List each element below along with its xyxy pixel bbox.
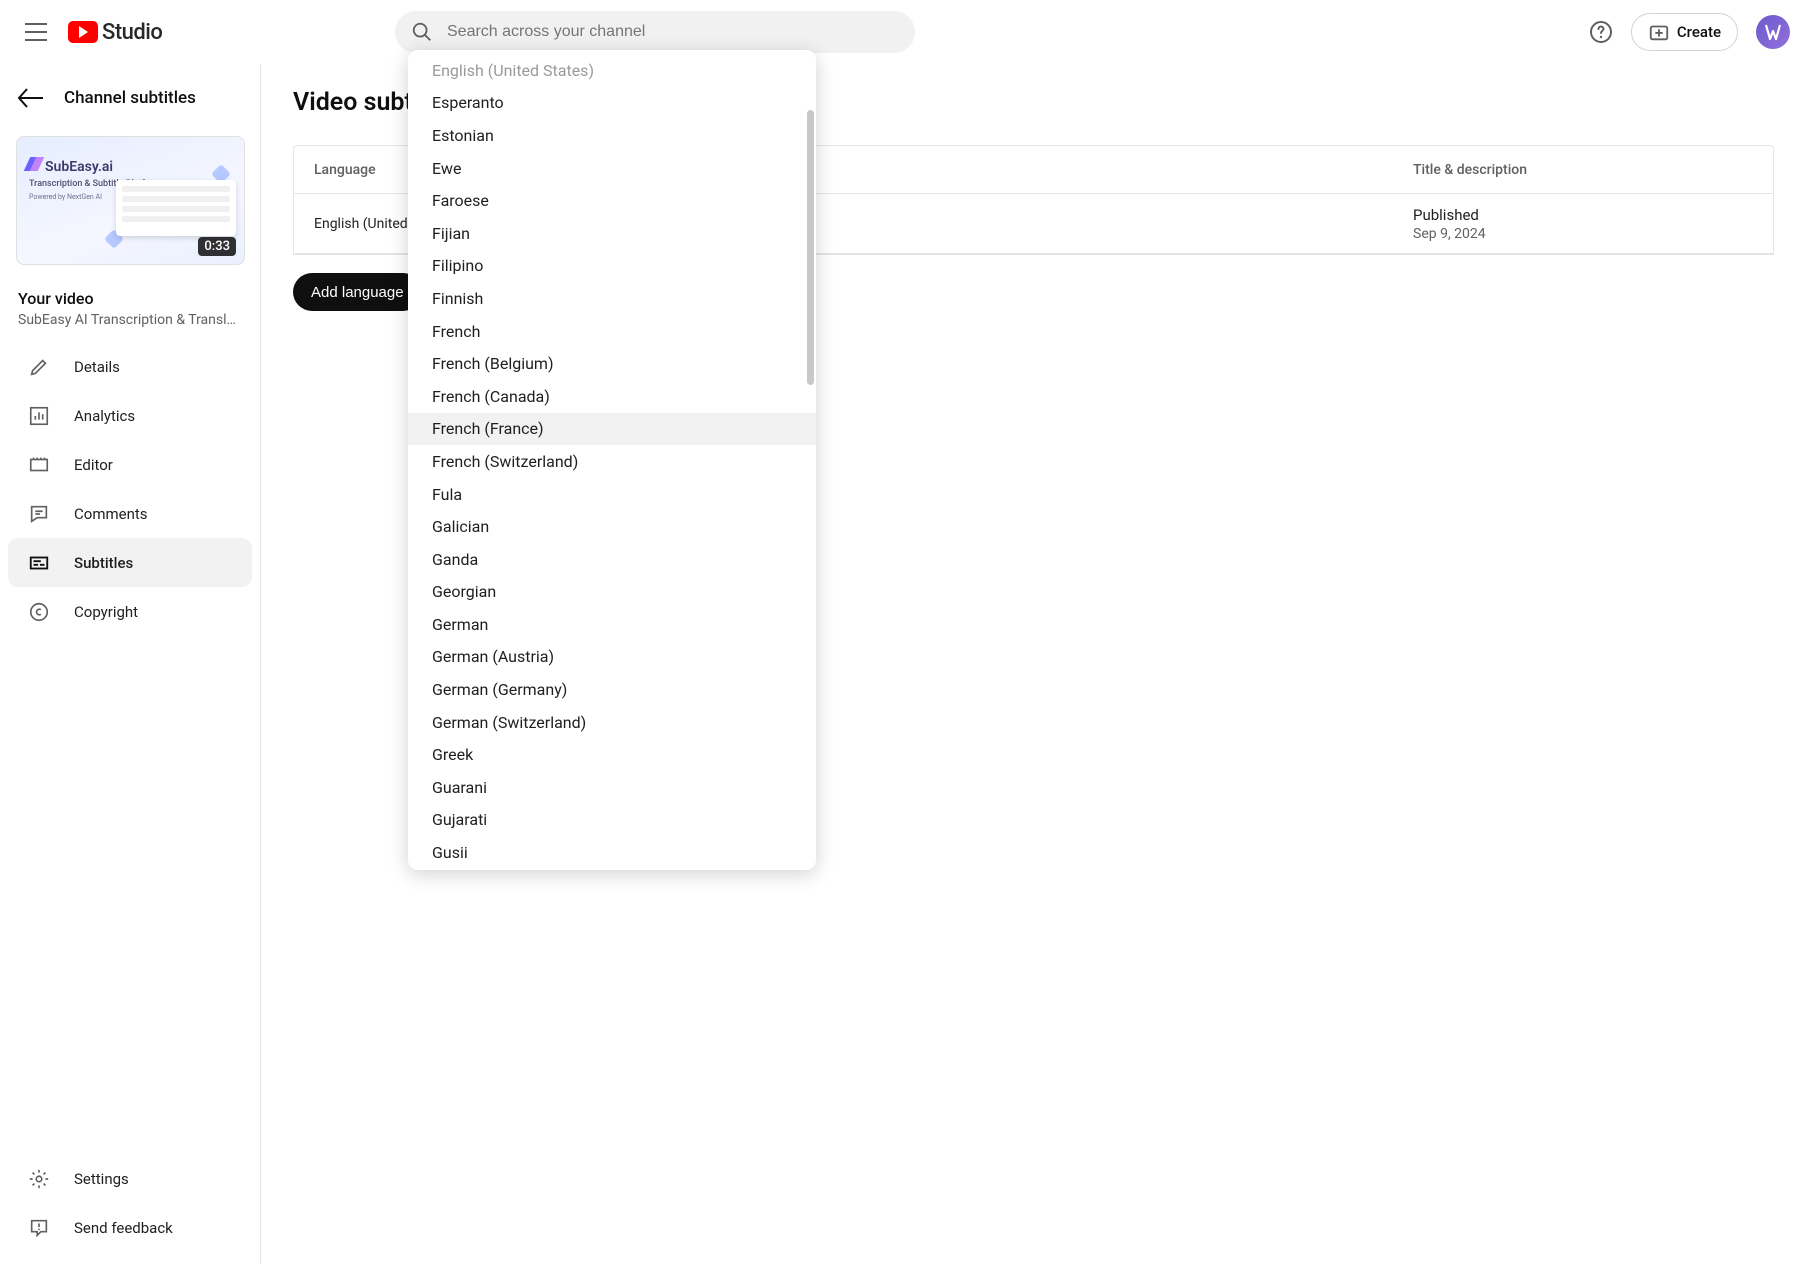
- subeasy-logo-icon: [27, 157, 41, 171]
- sidebar-item-details[interactable]: Details: [8, 342, 252, 391]
- nav-label: Settings: [74, 1170, 129, 1188]
- language-option[interactable]: Faroese: [408, 184, 816, 217]
- help-button[interactable]: [1581, 12, 1621, 52]
- language-option[interactable]: Fijian: [408, 217, 816, 250]
- language-option[interactable]: Ganda: [408, 543, 816, 576]
- language-option[interactable]: Filipino: [408, 250, 816, 283]
- gear-icon: [28, 1168, 50, 1190]
- language-option[interactable]: Finnish: [408, 282, 816, 315]
- language-option[interactable]: Esperanto: [408, 87, 816, 120]
- nav-label: Subtitles: [74, 554, 133, 572]
- sidebar-bottom: Settings Send feedback: [0, 1154, 260, 1264]
- create-label: Create: [1677, 23, 1721, 41]
- studio-logo[interactable]: Studio: [68, 20, 162, 45]
- language-option[interactable]: Fula: [408, 478, 816, 511]
- youtube-play-icon: [68, 21, 98, 43]
- pencil-icon: [28, 356, 50, 378]
- video-title: SubEasy AI Transcription & Translati…: [18, 312, 242, 328]
- sidebar: Channel subtitles SubEasy.ai Transcripti…: [0, 64, 261, 1264]
- status-date: Sep 9, 2024: [1413, 226, 1753, 242]
- status-text: Published: [1413, 206, 1753, 224]
- language-option[interactable]: German (Austria): [408, 641, 816, 674]
- search-icon: [411, 21, 433, 43]
- language-option[interactable]: French: [408, 315, 816, 348]
- sidebar-item-subtitles[interactable]: Subtitles: [8, 538, 252, 587]
- header-right: Create: [1581, 12, 1790, 52]
- language-option[interactable]: Estonian: [408, 119, 816, 152]
- create-plus-icon: [1648, 21, 1670, 43]
- search-input[interactable]: [447, 23, 899, 41]
- nav-label: Copyright: [74, 603, 138, 621]
- language-option[interactable]: Galician: [408, 510, 816, 543]
- video-duration-badge: 0:33: [198, 237, 236, 256]
- language-option: English (United States): [408, 54, 816, 87]
- language-option[interactable]: Guarani: [408, 771, 816, 804]
- subtitles-icon: [28, 552, 50, 574]
- language-option[interactable]: Gujarati: [408, 804, 816, 837]
- feedback-icon: [28, 1217, 50, 1239]
- account-avatar[interactable]: [1756, 15, 1790, 49]
- cell-title-desc: Published Sep 9, 2024: [1413, 206, 1753, 242]
- nav-label: Comments: [74, 505, 148, 523]
- analytics-icon: [28, 405, 50, 427]
- sidebar-item-editor[interactable]: Editor: [8, 440, 252, 489]
- video-thumbnail[interactable]: SubEasy.ai Transcription & Subtitle Plat…: [16, 136, 245, 265]
- thumb-panel-decoration: [116, 180, 236, 236]
- avatar-glyph-icon: [1764, 23, 1782, 41]
- nav-label: Analytics: [74, 407, 135, 425]
- back-arrow-icon: [17, 87, 43, 109]
- search-bar[interactable]: [395, 11, 915, 53]
- language-option[interactable]: German (Germany): [408, 673, 816, 706]
- language-dropdown-list: English (United States)EsperantoEstonian…: [408, 50, 816, 870]
- create-button[interactable]: Create: [1631, 13, 1738, 51]
- language-option[interactable]: French (Belgium): [408, 347, 816, 380]
- editor-icon: [28, 454, 50, 476]
- dropdown-scrollbar[interactable]: [807, 110, 814, 385]
- comments-icon: [28, 503, 50, 525]
- add-language-button[interactable]: Add language: [293, 273, 422, 311]
- thumb-brand: SubEasy.ai: [27, 157, 113, 175]
- language-option[interactable]: French (Canada): [408, 380, 816, 413]
- language-dropdown[interactable]: English (United States)EsperantoEstonian…: [408, 50, 816, 870]
- sidebar-item-settings[interactable]: Settings: [8, 1154, 252, 1203]
- sidebar-item-analytics[interactable]: Analytics: [8, 391, 252, 440]
- nav-label: Send feedback: [74, 1219, 173, 1237]
- your-video-heading: Your video: [18, 289, 242, 308]
- column-header-title-desc: Title & description: [1413, 162, 1753, 178]
- language-option[interactable]: French (France): [408, 413, 816, 446]
- language-option[interactable]: German (Switzerland): [408, 706, 816, 739]
- app-body: Channel subtitles SubEasy.ai Transcripti…: [0, 64, 1806, 1264]
- copyright-icon: [28, 601, 50, 623]
- nav-label: Details: [74, 358, 120, 376]
- sidebar-item-feedback[interactable]: Send feedback: [8, 1203, 252, 1252]
- thumb-line2: Powered by NextGen AI: [29, 193, 102, 201]
- back-button[interactable]: [16, 87, 44, 109]
- language-option[interactable]: Greek: [408, 738, 816, 771]
- language-option[interactable]: Gusii: [408, 836, 816, 869]
- sidebar-item-comments[interactable]: Comments: [8, 489, 252, 538]
- nav-label: Editor: [74, 456, 113, 474]
- menu-toggle-button[interactable]: [16, 12, 56, 52]
- language-option[interactable]: German: [408, 608, 816, 641]
- hamburger-icon: [25, 23, 47, 41]
- help-icon: [1589, 20, 1613, 44]
- sidebar-item-copyright[interactable]: Copyright: [8, 587, 252, 636]
- sidebar-title: Channel subtitles: [64, 88, 196, 108]
- language-option[interactable]: Ewe: [408, 152, 816, 185]
- app-header: Studio Create: [0, 0, 1806, 64]
- sidebar-back-row: Channel subtitles: [0, 74, 260, 122]
- language-option[interactable]: Georgian: [408, 576, 816, 609]
- language-option[interactable]: French (Switzerland): [408, 445, 816, 478]
- logo-text: Studio: [102, 20, 162, 45]
